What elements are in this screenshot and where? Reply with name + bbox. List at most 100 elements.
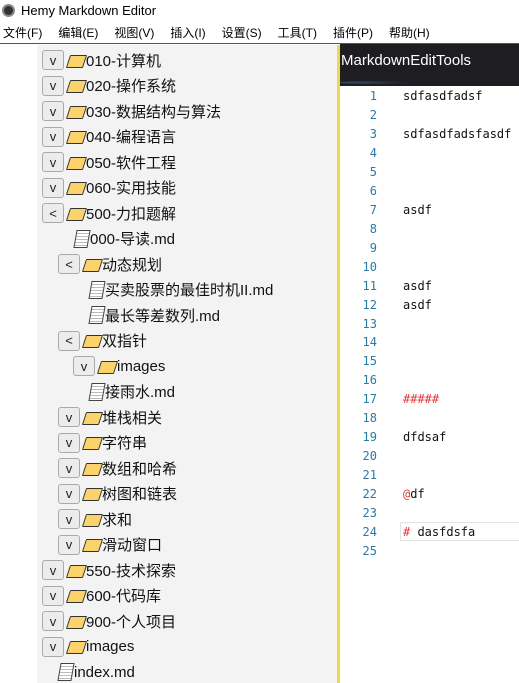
expand-toggle[interactable]: v (58, 509, 80, 529)
tree-folder[interactable]: v images (73, 355, 165, 377)
tree-file[interactable]: index.md (57, 661, 135, 683)
folder-icon (82, 436, 101, 449)
tree-folder[interactable]: <500-力扣题解 (42, 202, 176, 224)
file-tree[interactable]: v 010-计算机 v 020-操作系统 v 030-数据结构与算法 v 040-编程语言 v 0… (37, 45, 337, 683)
code-line[interactable]: asdf (403, 279, 432, 293)
expand-toggle[interactable]: v (42, 585, 64, 606)
folder-icon (66, 54, 85, 67)
tree-label: 040-编程语言 (86, 129, 177, 146)
expand-toggle[interactable]: v (58, 483, 80, 504)
folder-icon (66, 105, 85, 118)
tree-folder[interactable]: v 求和 (58, 508, 132, 530)
tree-folder[interactable]: v 树图和链表 (58, 483, 177, 505)
tree-file[interactable]: 买卖股票的最佳时机II.md (88, 279, 274, 301)
tree-label: 900-个人项目 (86, 613, 177, 631)
markdown-marker: ##### (403, 392, 440, 407)
expand-toggle[interactable]: v (42, 560, 64, 580)
menu-item[interactable]: 帮助(H) (389, 24, 430, 41)
menu-item[interactable]: 插入(I) (170, 24, 205, 41)
tree-label: 000-导读.md (90, 231, 176, 248)
expand-toggle[interactable]: v (42, 75, 64, 96)
code-line[interactable]: dfdsaf (403, 430, 446, 444)
expand-toggle[interactable]: v (73, 356, 95, 376)
expand-toggle[interactable]: v (42, 177, 64, 198)
tree-label: 500-力扣题解 (86, 205, 177, 223)
line-number: 12 (362, 297, 377, 312)
splitter[interactable] (337, 45, 340, 683)
tree-file[interactable]: 接雨水.md (88, 381, 175, 403)
folder-icon (66, 156, 85, 169)
folder-icon (82, 538, 101, 551)
tree-folder[interactable]: < 双指针 (58, 330, 147, 352)
menu-bar: 文件(F) 编辑(E) 视图(V) 插入(I) 设置(S) 工具(T) 插件(P) 帮助(H) (0, 22, 519, 44)
code-line[interactable]: ##### (403, 392, 439, 406)
code-text: sdfasdfadsf (403, 89, 483, 103)
tree-folder[interactable]: v 数组和哈希 (58, 457, 177, 479)
tree-folder[interactable]: v 030-数据结构与算法 (42, 100, 221, 122)
tree-folder[interactable]: v 550-技术探索 (42, 559, 176, 581)
expand-toggle[interactable]: v (58, 432, 80, 453)
menu-item[interactable]: 视图(V) (114, 24, 154, 41)
menu-item[interactable]: 文件(F) (3, 24, 42, 41)
collapse-toggle[interactable]: < (58, 254, 80, 274)
code-line[interactable]: asdf (403, 298, 432, 312)
expand-toggle[interactable]: v (42, 126, 64, 147)
folder-icon (82, 258, 101, 271)
tree-label: 010-计算机 (86, 52, 162, 70)
expand-toggle[interactable]: v (58, 407, 80, 427)
tree-file[interactable]: 000-导读.md (73, 228, 176, 250)
tree-folder[interactable]: v 字符串 (58, 432, 147, 454)
tree-label: images (86, 638, 135, 655)
tree-folder[interactable]: v 040-编程语言 (42, 126, 176, 148)
line-number: 18 (362, 411, 377, 426)
folder-icon (66, 564, 85, 577)
menu-item[interactable]: 编辑(E) (58, 24, 98, 41)
tree-folder[interactable]: v 060-实用技能 (42, 177, 176, 199)
menu-item[interactable]: 设置(S) (222, 24, 262, 41)
tree-folder[interactable]: < 动态规划 (58, 253, 162, 275)
folder-icon (82, 462, 101, 475)
tree-folder[interactable]: v images (42, 636, 134, 658)
line-number: 20 (362, 449, 377, 464)
code-text: sdfasdfadsfasdf (403, 126, 512, 141)
tree-folder[interactable]: v 900-个人项目 (42, 610, 176, 632)
line-number: 16 (362, 373, 377, 388)
expand-toggle[interactable]: v (58, 458, 80, 478)
title-bar: Hemy Markdown Editor (0, 0, 519, 20)
line-number: 4 (369, 145, 377, 160)
tree-folder[interactable]: v 滑动窗口 (58, 534, 162, 556)
tree-file[interactable]: 最长等差数列.md (88, 304, 221, 326)
tree-folder[interactable]: v 600-代码库 (42, 585, 161, 607)
tree-folder[interactable]: v 050-软件工程 (42, 151, 176, 173)
collapse-toggle[interactable]: < (58, 330, 80, 351)
folder-icon (82, 513, 101, 526)
file-icon (88, 306, 106, 324)
folder-icon (66, 589, 85, 602)
folder-icon (66, 207, 85, 220)
expand-toggle[interactable]: v (42, 611, 64, 631)
line-number: 15 (362, 354, 377, 369)
code-text: df (410, 487, 425, 502)
collapse-toggle[interactable]: < (42, 203, 64, 223)
expand-toggle[interactable]: v (58, 534, 80, 555)
tree-folder[interactable]: v 堆栈相关 (58, 406, 162, 428)
expand-toggle[interactable]: v (42, 152, 64, 172)
tree-label: 买卖股票的最佳时机II.md (105, 282, 274, 299)
expand-toggle[interactable]: v (42, 101, 64, 121)
folder-icon (82, 411, 101, 424)
code-line[interactable]: # dasfdsfa (403, 525, 475, 539)
code-line[interactable]: asdf (403, 203, 432, 217)
line-number: 10 (362, 259, 377, 274)
tree-folder[interactable]: v 020-操作系统 (42, 75, 176, 97)
folder-icon (66, 181, 85, 194)
file-icon (57, 663, 75, 681)
tree-folder[interactable]: v 010-计算机 (42, 49, 161, 71)
code-line[interactable]: sdfasdfadsf (403, 89, 482, 103)
code-line[interactable]: sdfasdfadsfasdf (403, 127, 511, 141)
code-line[interactable]: @df (403, 487, 425, 501)
menu-item[interactable]: 插件(P) (333, 24, 373, 41)
expand-toggle[interactable]: v (42, 636, 64, 657)
tree-label: 最长等差数列.md (105, 307, 221, 325)
menu-item[interactable]: 工具(T) (278, 24, 317, 41)
expand-toggle[interactable]: v (42, 50, 64, 70)
